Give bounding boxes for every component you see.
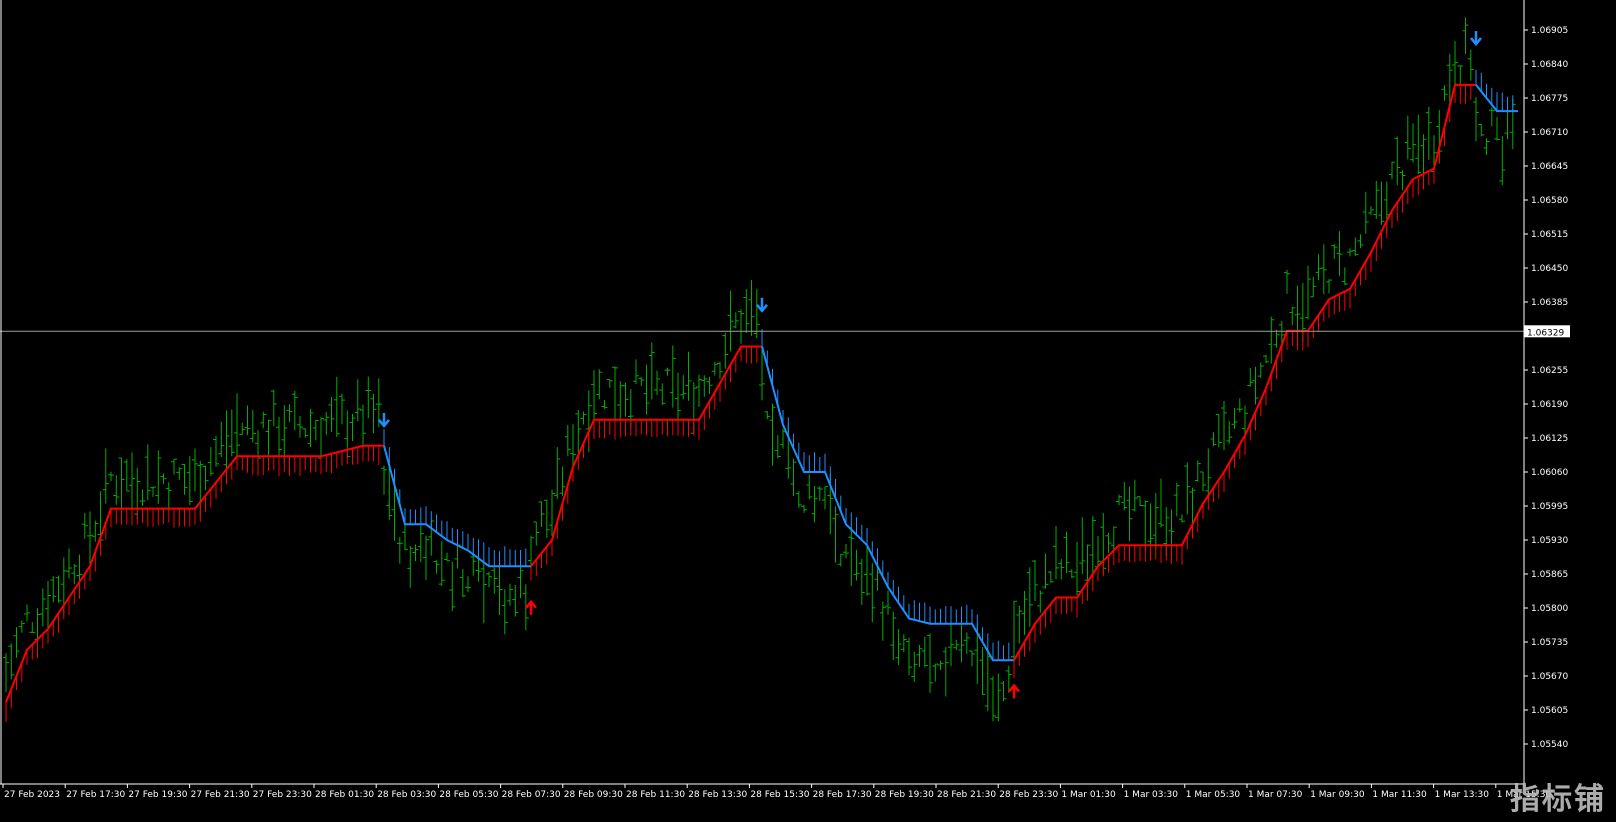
y-tick-label: 1.06385 (1531, 298, 1568, 308)
y-tick-label: 1.05800 (1531, 604, 1568, 614)
x-tick-label: 27 Feb 21:30 (191, 790, 250, 800)
x-tick-label: 28 Feb 11:30 (626, 790, 685, 800)
y-tick-label: 1.06255 (1531, 366, 1568, 376)
x-tick-label: 1 Mar 05:30 (1186, 790, 1241, 800)
chart-background (0, 0, 1616, 822)
x-tick-label: 27 Feb 19:30 (128, 790, 187, 800)
x-tick-label: 28 Feb 09:30 (564, 790, 623, 800)
x-tick-label: 1 Mar 13:30 (1435, 790, 1490, 800)
x-tick-label: 1 Mar 07:30 (1248, 790, 1303, 800)
current-price-label: 1.06329 (1527, 328, 1564, 338)
x-tick-label: 28 Feb 17:30 (813, 790, 872, 800)
y-tick-label: 1.06645 (1531, 162, 1568, 172)
x-tick-label: 28 Feb 05:30 (439, 790, 498, 800)
y-tick-label: 1.06840 (1531, 60, 1568, 70)
x-tick-label: 27 Feb 2023 (4, 790, 60, 800)
y-tick-label: 1.06190 (1531, 400, 1568, 410)
x-tick-label: 1 Mar 11:30 (1372, 790, 1427, 800)
x-tick-label: 28 Feb 19:30 (875, 790, 934, 800)
y-tick-label: 1.05735 (1531, 638, 1568, 648)
x-tick-label: 28 Feb 23:30 (999, 790, 1058, 800)
y-tick-label: 1.05670 (1531, 672, 1568, 682)
x-tick-label: 28 Feb 15:30 (750, 790, 809, 800)
price-chart: 1.06329 1.06905 1.06840 1.06775 1.06710 1.06… (0, 0, 1616, 822)
x-tick-label: 1 Mar 03:30 (1124, 790, 1179, 800)
y-tick-label: 1.06125 (1531, 434, 1568, 444)
y-tick-label: 1.06515 (1531, 230, 1568, 240)
x-tick-label: 27 Feb 17:30 (66, 790, 125, 800)
y-tick-label: 1.05865 (1531, 570, 1568, 580)
x-tick-label: 28 Feb 07:30 (502, 790, 561, 800)
x-tick-label: 28 Feb 13:30 (688, 790, 747, 800)
y-tick-label: 1.06450 (1531, 264, 1568, 274)
y-tick-label: 1.05540 (1531, 740, 1568, 750)
x-tick-label: 28 Feb 01:30 (315, 790, 374, 800)
y-tick-label: 1.06710 (1531, 128, 1568, 138)
y-tick-label: 1.06060 (1531, 468, 1568, 478)
x-tick-label: 28 Feb 21:30 (937, 790, 996, 800)
x-tick-label: 27 Feb 23:30 (253, 790, 312, 800)
watermark-logo: 指标铺 (1510, 782, 1606, 817)
y-tick-label: 1.05605 (1531, 706, 1568, 716)
y-tick-label: 1.05930 (1531, 536, 1568, 546)
y-tick-label: 1.06580 (1531, 196, 1568, 206)
y-tick-label: 1.05995 (1531, 502, 1568, 512)
x-tick-label: 1 Mar 09:30 (1310, 790, 1365, 800)
x-tick-label: 28 Feb 03:30 (377, 790, 436, 800)
y-tick-label: 1.06905 (1531, 26, 1568, 36)
y-tick-label: 1.06775 (1531, 94, 1568, 104)
x-tick-label: 1 Mar 01:30 (1061, 790, 1116, 800)
